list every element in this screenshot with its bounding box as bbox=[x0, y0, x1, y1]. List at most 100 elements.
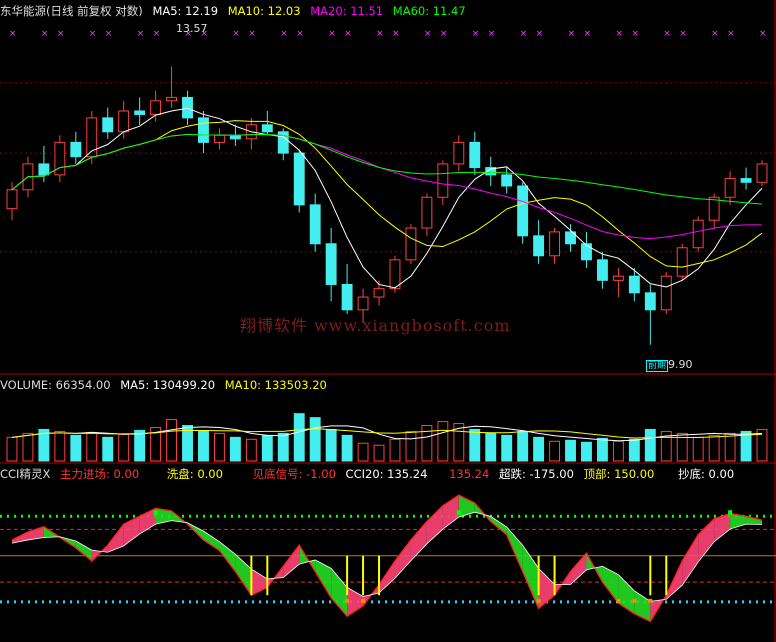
ma10-indicator: MA10: 12.03 bbox=[227, 4, 301, 18]
top-cross-marker: × bbox=[105, 29, 113, 39]
top-cross-marker: × bbox=[663, 29, 671, 39]
candle-body bbox=[341, 283, 353, 311]
top-cross-marker: × bbox=[536, 29, 544, 39]
cci-ribbon-segment bbox=[682, 534, 699, 586]
candle-body bbox=[389, 259, 401, 290]
top-cross-marker: × bbox=[376, 29, 384, 39]
top-cross-marker: × bbox=[89, 29, 97, 39]
volume-bar bbox=[22, 432, 34, 462]
volume-title: VOLUME: 66354.00 bbox=[0, 378, 111, 392]
volume-bar bbox=[245, 438, 257, 462]
volume-bar bbox=[708, 434, 720, 462]
candle-body bbox=[229, 134, 241, 140]
candle-body bbox=[118, 110, 130, 133]
top-cross-marker: × bbox=[711, 29, 719, 39]
top-cross-marker: × bbox=[296, 29, 304, 39]
cci-oversold-marker bbox=[361, 598, 366, 603]
top-cross-marker: × bbox=[759, 29, 767, 39]
top-cross-marker: × bbox=[440, 29, 448, 39]
cci-top-marker bbox=[456, 510, 461, 516]
candle-body bbox=[437, 163, 449, 198]
candle-body bbox=[708, 196, 720, 221]
cci-title: CCI精灵X bbox=[0, 467, 51, 481]
cci-indicator-oversold: 超跌: -175.00 bbox=[498, 467, 574, 481]
volume-bar bbox=[198, 430, 209, 462]
volume-bar bbox=[118, 433, 130, 462]
top-cross-marker: × bbox=[583, 29, 591, 39]
volume-bar bbox=[341, 434, 353, 462]
top-cross-marker: × bbox=[392, 29, 400, 39]
top-cross-marker: × bbox=[615, 29, 623, 39]
volume-bar bbox=[581, 441, 592, 462]
volume-bar bbox=[373, 444, 385, 462]
volume-bar bbox=[628, 438, 640, 462]
volume-bar bbox=[309, 417, 321, 462]
cci-ribbon-segment bbox=[394, 539, 411, 579]
candle-body bbox=[644, 292, 656, 311]
ma20-line bbox=[11, 133, 763, 240]
top-cross-marker: × bbox=[41, 29, 49, 39]
candle-body bbox=[134, 110, 146, 115]
volume-bar bbox=[596, 437, 608, 462]
top-cross-marker: × bbox=[232, 29, 240, 39]
cci-ribbon-segment bbox=[283, 545, 300, 578]
volume-bar bbox=[229, 436, 241, 462]
candle-body bbox=[198, 117, 209, 143]
volume-bar bbox=[533, 436, 545, 462]
volume-bar bbox=[213, 432, 225, 462]
cci-indicator-bottom-signal: 见底信号: -1.00 bbox=[252, 467, 336, 481]
cci-indicator-cci20-value: 135.24 bbox=[449, 467, 490, 481]
ma10-line bbox=[11, 120, 763, 268]
ma60-indicator: MA60: 11.47 bbox=[392, 4, 466, 18]
candle-body bbox=[692, 219, 704, 249]
top-cross-marker: × bbox=[344, 29, 352, 39]
candle-body bbox=[293, 152, 305, 206]
high-price-label: 13.57 bbox=[176, 22, 208, 35]
vol-ma5-indicator: MA5: 130499.20 bbox=[120, 378, 216, 392]
volume-bar bbox=[501, 434, 513, 462]
candle-body bbox=[261, 124, 273, 133]
cci-oversold-marker bbox=[648, 598, 653, 603]
candle-body bbox=[724, 178, 736, 198]
top-cross-marker: × bbox=[472, 29, 480, 39]
candle-body bbox=[150, 100, 162, 115]
volume-bar bbox=[293, 413, 305, 462]
volume-bar bbox=[485, 432, 497, 462]
volume-bar bbox=[102, 436, 114, 462]
candle-body bbox=[549, 231, 561, 257]
cci-ribbon-segment bbox=[379, 561, 395, 593]
top-cross-marker: × bbox=[679, 29, 687, 39]
volume-bar bbox=[549, 440, 561, 462]
volume-bar bbox=[70, 434, 82, 462]
low-marker-tag: 前期 bbox=[646, 360, 669, 372]
volume-bar bbox=[437, 421, 449, 462]
candle-body bbox=[676, 247, 688, 277]
candle-body bbox=[213, 134, 225, 143]
cci-ribbon-segment bbox=[315, 559, 332, 598]
top-cross-marker: × bbox=[137, 29, 145, 39]
cci-ribbon-segment bbox=[426, 505, 443, 544]
candle-body bbox=[357, 296, 369, 311]
volume-bar bbox=[565, 439, 576, 462]
candle-body bbox=[501, 174, 513, 187]
cci-header: CCI精灵X 主力进场: 0.00 洗盘: 0.00 见底信号: -1.00 C… bbox=[0, 466, 740, 482]
cci-top-marker bbox=[153, 510, 158, 516]
candle-body bbox=[421, 196, 433, 229]
ma60-line bbox=[11, 133, 763, 205]
volume-bar bbox=[724, 432, 736, 462]
cci-indicator-main-force: 主力进场: 0.00 bbox=[60, 467, 140, 481]
candle-body bbox=[660, 275, 672, 311]
ma20-indicator: MA20: 11.51 bbox=[310, 4, 384, 18]
top-cross-marker: × bbox=[520, 29, 528, 39]
candle-body bbox=[166, 96, 178, 102]
volume-bar bbox=[277, 432, 289, 462]
candle-body bbox=[581, 243, 592, 261]
top-cross-marker: × bbox=[488, 29, 496, 39]
volume-bar bbox=[357, 442, 369, 462]
candle-body bbox=[6, 189, 18, 210]
volume-bar bbox=[469, 428, 481, 462]
candle-body bbox=[182, 96, 193, 119]
price-title: 东华能源(日线 前复权 对数) bbox=[0, 4, 143, 18]
candle-body bbox=[740, 178, 752, 183]
candle-body bbox=[325, 243, 337, 285]
